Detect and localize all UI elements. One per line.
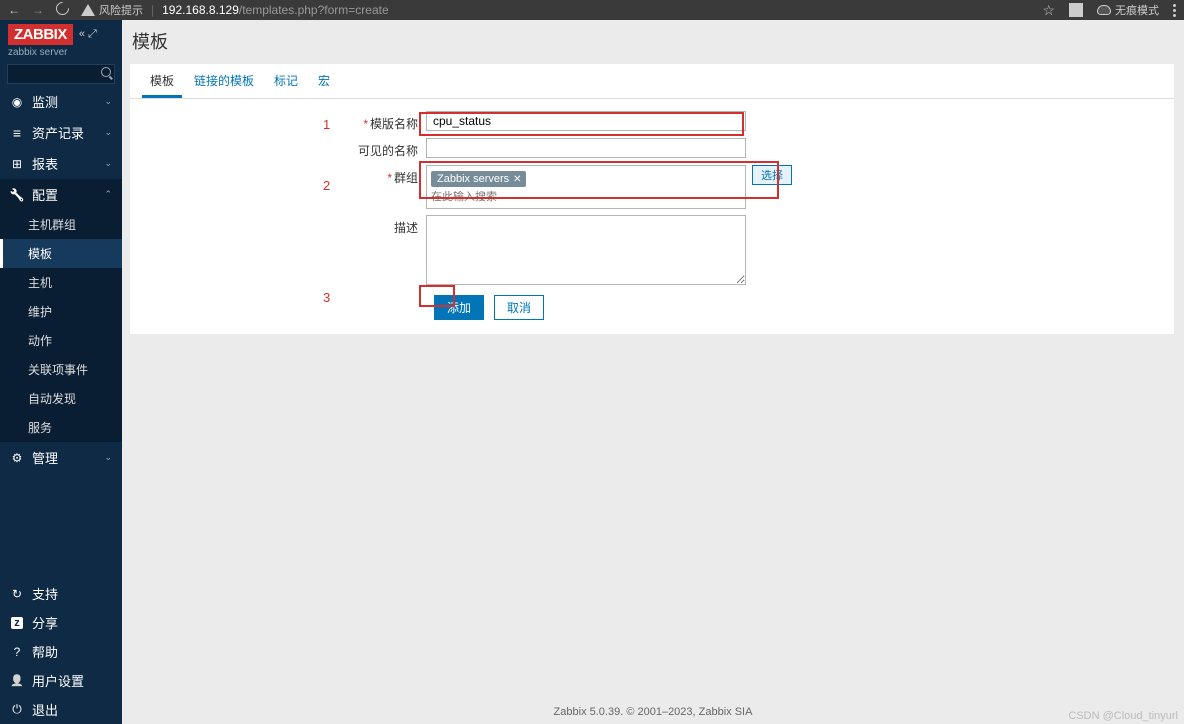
label-template-name: *模版名称 [142,111,426,132]
subitem-templates[interactable]: 模板 [0,239,122,268]
power-icon [10,703,24,717]
sidebar-item-help[interactable]: 帮助 [0,637,122,666]
logo-row: ZABBIX « ⤢ [0,20,122,47]
reload-button[interactable] [56,2,69,18]
tab-macros[interactable]: 宏 [310,64,338,98]
sidebar-item-share[interactable]: 分享 [0,608,122,637]
annotation-2: 2 [323,178,330,193]
label-description: 描述 [142,215,426,236]
wrench-icon [10,188,24,202]
main-content: 模板 模板 链接的模板 标记 宏 *模版名称 可见的名称 *群组 [122,20,1184,724]
subitem-services[interactable]: 服务 [0,413,122,442]
menu-icon[interactable] [1173,4,1176,17]
visible-name-input[interactable] [426,138,746,158]
footer-text: Zabbix 5.0.39. © 2001–2023, Zabbix SIA [554,706,753,718]
chevron-down-icon: ⌄ [104,452,112,463]
cancel-button[interactable]: 取消 [494,295,544,320]
sidebar-collapse-icons[interactable]: « ⤢ [79,28,97,41]
sidebar-item-support[interactable]: 支持 [0,579,122,608]
server-name: zabbix server [0,47,122,62]
select-group-button[interactable]: 选择 [752,165,792,185]
subitem-correlation[interactable]: 关联项事件 [0,355,122,384]
tabs: 模板 链接的模板 标记 宏 [130,64,1174,99]
eye-icon [10,95,24,109]
share-icon [10,616,24,630]
chevron-down-icon: ⌄ [104,96,112,107]
url-text: 192.168.8.129/templates.php?form=create [162,3,389,17]
reload-icon [53,0,71,18]
groups-multiselect[interactable]: Zabbix servers✕ [426,165,746,209]
sidebar-item-inventory[interactable]: 资产记录 ⌄ [0,117,122,148]
warning-icon [81,4,95,16]
groups-search-input[interactable] [431,191,631,203]
subitem-actions[interactable]: 动作 [0,326,122,355]
browser-right-controls: 无痕模式 [1042,2,1176,19]
back-button[interactable]: ← [8,3,20,17]
logo[interactable]: ZABBIX [8,24,73,45]
user-icon [10,674,24,688]
list-icon [10,126,24,140]
search-input[interactable] [7,64,115,84]
group-tag[interactable]: Zabbix servers✕ [431,171,526,187]
search-icon[interactable] [101,67,111,77]
sidebar-item-monitoring[interactable]: 监测 ⌄ [0,86,122,117]
sidebar-footer: 支持 分享 帮助 用户设置 退出 [0,579,122,724]
label-visible-name: 可见的名称 [142,138,426,159]
sidebar-item-logout[interactable]: 退出 [0,695,122,724]
content-box: 模板 链接的模板 标记 宏 *模版名称 可见的名称 *群组 [130,64,1174,334]
watermark: CSDN @Cloud_tinyurl [1068,710,1178,722]
forward-button[interactable]: → [32,3,44,17]
tab-template[interactable]: 模板 [142,64,182,98]
sidebar-item-user-settings[interactable]: 用户设置 [0,666,122,695]
browser-toolbar: ← → 风险提示 | 192.168.8.129/templates.php?f… [0,0,1184,20]
config-submenu: 主机群组 模板 主机 维护 动作 关联项事件 自动发现 服务 [0,210,122,442]
remove-tag-icon[interactable]: ✕ [513,174,521,185]
warn-label: 风险提示 [99,2,143,18]
subitem-hosts[interactable]: 主机 [0,268,122,297]
annotation-1: 1 [323,117,330,132]
gear-icon [10,451,24,465]
sidebar-item-config[interactable]: 配置 ⌃ [0,179,122,210]
chevron-down-icon: ⌄ [104,127,112,138]
add-button[interactable]: 添加 [434,295,484,320]
subitem-maintenance[interactable]: 维护 [0,297,122,326]
nav-arrows: ← → [8,2,69,18]
sidebar-item-admin[interactable]: 管理 ⌄ [0,442,122,473]
description-textarea[interactable] [426,215,746,285]
security-warning[interactable]: 风险提示 [81,2,143,18]
incognito-badge: 无痕模式 [1097,2,1159,18]
support-icon [10,587,24,601]
bookmark-icon[interactable] [1042,2,1055,19]
form-area: *模版名称 可见的名称 *群组 Zabbix servers✕ 选择 [130,99,1174,320]
chevron-up-icon: ⌃ [104,189,112,200]
annotation-3: 3 [323,290,330,305]
subitem-discovery[interactable]: 自动发现 [0,384,122,413]
address-bar[interactable]: 风险提示 | 192.168.8.129/templates.php?form=… [81,2,1030,18]
tab-linked[interactable]: 链接的模板 [186,64,262,98]
chart-icon [10,157,24,171]
page-title: 模板 [130,26,1174,64]
search-box [7,64,115,84]
incognito-icon [1097,5,1111,15]
label-groups: *群组 [142,165,426,186]
subitem-hostgroups[interactable]: 主机群组 [0,210,122,239]
sidebar-item-reports[interactable]: 报表 ⌄ [0,148,122,179]
sidebar: ZABBIX « ⤢ zabbix server 监测 ⌄ 资产记录 ⌄ 报表 … [0,20,122,724]
help-icon [10,645,24,659]
chevron-down-icon: ⌄ [104,158,112,169]
tab-tags[interactable]: 标记 [266,64,306,98]
extension-icon[interactable] [1069,3,1083,17]
template-name-input[interactable] [426,111,746,131]
